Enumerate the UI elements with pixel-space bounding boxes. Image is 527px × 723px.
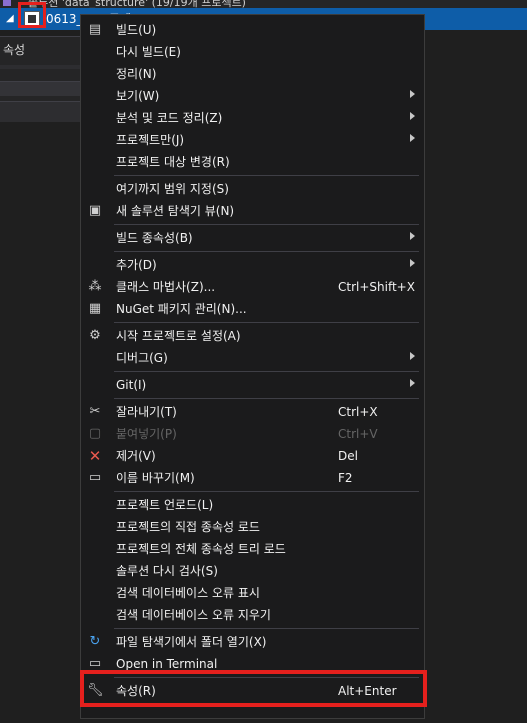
properties-toolbar <box>0 65 82 69</box>
build-icon: ▤ <box>88 22 102 37</box>
menu-separator <box>114 628 419 629</box>
menu-item-project-only[interactable]: 프로젝트만(J) <box>82 129 423 151</box>
menu-item-remove[interactable]: ✕ 제거(V) Del <box>82 445 423 467</box>
menu-item-open-folder[interactable]: ↻ 파일 탐색기에서 폴더 열기(X) <box>82 631 423 653</box>
class-wizard-icon: ⁂ <box>88 279 102 294</box>
properties-panel: 속성 <box>0 36 82 122</box>
menu-separator <box>114 175 419 176</box>
menu-item-rename[interactable]: ▭ 이름 바꾸기(M) F2 <box>82 467 423 489</box>
highlight-box-project-icon <box>18 2 46 28</box>
menu-item-analyze[interactable]: 분석 및 코드 정리(Z) <box>82 107 423 129</box>
properties-grid-row <box>0 101 82 122</box>
menu-item-set-startup[interactable]: ⚙ 시작 프로젝트로 설정(A) <box>82 325 423 347</box>
menu-item-git[interactable]: Git(I) <box>82 374 423 396</box>
menu-item-cut[interactable]: ✂ 잘라내기(T) Ctrl+X <box>82 401 423 423</box>
new-view-icon: ▣ <box>88 203 102 218</box>
submenu-arrow-icon <box>410 379 415 387</box>
properties-grid-header <box>0 81 82 96</box>
menu-separator <box>114 224 419 225</box>
menu-item-build[interactable]: ▤ 빌드(U) <box>82 19 423 41</box>
menu-item-view[interactable]: 보기(W) <box>82 85 423 107</box>
menu-item-show-db-errors[interactable]: 검색 데이터베이스 오류 표시 <box>82 582 423 604</box>
submenu-arrow-icon <box>410 352 415 360</box>
menu-item-new-explorer-view[interactable]: ▣ 새 솔루션 탐색기 뷰(N) <box>82 200 423 222</box>
solution-label: 솔루션 'data_structure' (19/19개 프로젝트) <box>28 0 246 8</box>
menu-separator <box>114 251 419 252</box>
paste-icon: ▢ <box>88 426 102 441</box>
menu-separator <box>114 371 419 372</box>
menu-item-unload-project[interactable]: 프로젝트 언로드(L) <box>82 494 423 516</box>
submenu-arrow-icon <box>410 259 415 267</box>
menu-item-add[interactable]: 추가(D) <box>82 254 423 276</box>
menu-item-build-dependencies[interactable]: 빌드 종속성(B) <box>82 227 423 249</box>
menu-item-rescan-solution[interactable]: 솔루션 다시 검사(S) <box>82 560 423 582</box>
submenu-arrow-icon <box>410 90 415 98</box>
scissors-icon: ✂ <box>89 404 101 419</box>
gear-icon: ⚙ <box>89 328 101 343</box>
menu-item-load-dep-tree[interactable]: 프로젝트의 전체 종속성 트리 로드 <box>82 538 423 560</box>
menu-item-clean[interactable]: 정리(N) <box>82 63 423 85</box>
menu-item-rebuild[interactable]: 다시 빌드(E) <box>82 41 423 63</box>
submenu-arrow-icon <box>410 232 415 240</box>
expand-chevron-icon[interactable]: ◢ <box>6 13 14 24</box>
menu-item-paste[interactable]: ▢ 붙여넣기(P) Ctrl+V <box>82 423 423 445</box>
menu-item-scope-to-this[interactable]: 여기까지 범위 지정(S) <box>82 178 423 200</box>
submenu-arrow-icon <box>410 112 415 120</box>
menu-item-retarget[interactable]: 프로젝트 대상 변경(R) <box>82 151 423 173</box>
menu-item-load-direct-deps[interactable]: 프로젝트의 직접 종속성 로드 <box>82 516 423 538</box>
nuget-icon: ▦ <box>88 301 102 316</box>
menu-separator <box>114 322 419 323</box>
refresh-folder-icon: ↻ <box>89 634 101 649</box>
menu-separator <box>114 398 419 399</box>
context-menu: ▤ 빌드(U) 다시 빌드(E) 정리(N) 보기(W) 분석 및 코드 정리(… <box>80 14 425 719</box>
menu-item-class-wizard[interactable]: ⁂ 클래스 마법사(Z)... Ctrl+Shift+X <box>82 276 423 298</box>
delete-icon: ✕ <box>88 447 102 465</box>
menu-separator <box>114 491 419 492</box>
menu-item-nuget[interactable]: ▦ NuGet 패키지 관리(N)... <box>82 298 423 320</box>
solution-icon <box>3 0 11 6</box>
menu-item-clear-db-errors[interactable]: 검색 데이터베이스 오류 지우기 <box>82 604 423 626</box>
submenu-arrow-icon <box>410 134 415 142</box>
solution-row[interactable]: 솔루션 'data_structure' (19/19개 프로젝트) <box>0 0 527 8</box>
properties-panel-title: 속성 <box>3 43 26 57</box>
rename-icon: ▭ <box>88 470 102 485</box>
menu-item-debug[interactable]: 디버그(G) <box>82 347 423 369</box>
highlight-box-properties <box>80 670 427 707</box>
